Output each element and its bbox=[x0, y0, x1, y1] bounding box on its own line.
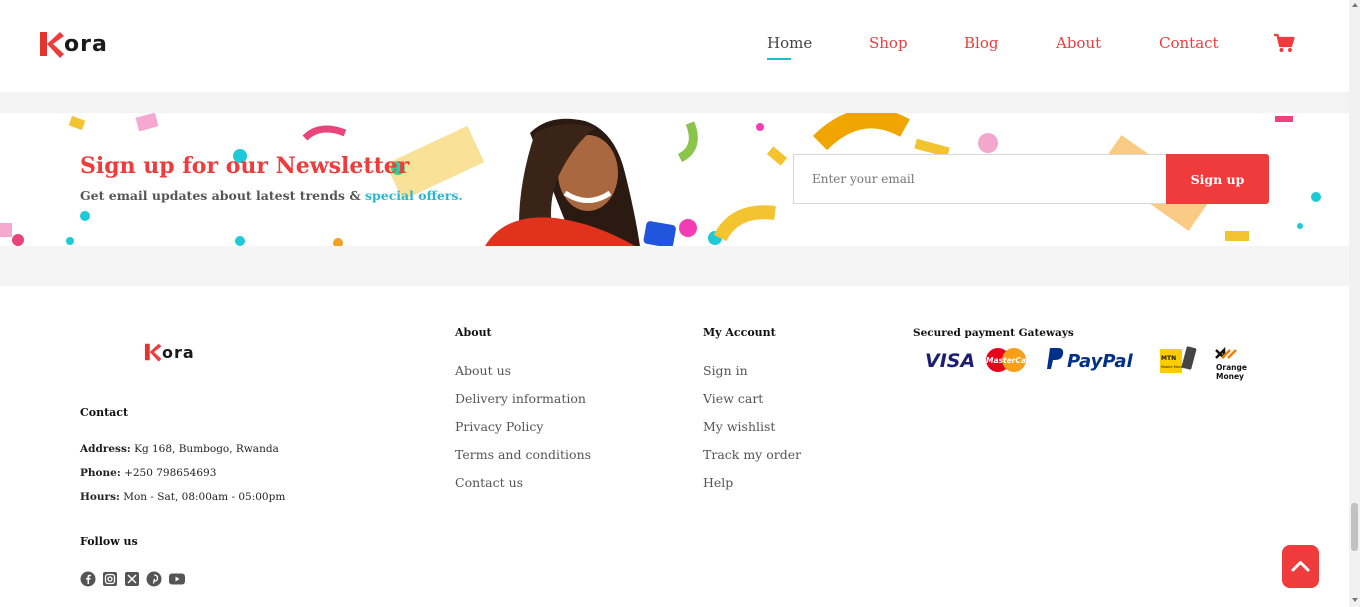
youtube-icon[interactable] bbox=[168, 571, 186, 587]
hours-value: Mon - Sat, 08:00am - 05:00pm bbox=[123, 491, 286, 503]
footer-link-help[interactable]: Help bbox=[703, 475, 733, 490]
facebook-icon[interactable] bbox=[80, 571, 96, 587]
footer-link-contact-us[interactable]: Contact us bbox=[455, 475, 523, 490]
main-nav: Home Shop Blog About Contact bbox=[767, 34, 1219, 60]
payment-logos: VISA MasterCard PayPal MTN Mobile Money … bbox=[925, 346, 1247, 381]
footer-logo[interactable]: ora bbox=[143, 341, 195, 363]
nav-blog[interactable]: Blog bbox=[964, 34, 998, 52]
section-divider bbox=[0, 246, 1349, 286]
x-twitter-icon[interactable] bbox=[124, 571, 140, 587]
contact-address: Address: Kg 168, Bumbogo, Rwanda bbox=[80, 443, 279, 455]
nav-contact[interactable]: Contact bbox=[1159, 34, 1219, 52]
nav-shop[interactable]: Shop bbox=[869, 34, 908, 52]
newsletter-email-input[interactable] bbox=[793, 154, 1167, 204]
instagram-icon[interactable] bbox=[102, 571, 118, 587]
nav-home[interactable]: Home bbox=[767, 34, 812, 60]
newsletter-subtitle: Get email updates about latest trends & … bbox=[80, 188, 463, 203]
hours-label: Hours: bbox=[80, 491, 120, 503]
mastercard-logo: MasterCard bbox=[986, 348, 1036, 372]
address-value: Kg 168, Bumbogo, Rwanda bbox=[134, 443, 279, 455]
about-heading: About bbox=[455, 326, 492, 339]
nav-about[interactable]: About bbox=[1056, 34, 1101, 52]
account-heading: My Account bbox=[703, 326, 776, 339]
site-header: ora Home Shop Blog About Contact bbox=[0, 0, 1349, 92]
contact-phone: Phone: +250 798654693 bbox=[80, 467, 216, 479]
contact-hours: Hours: Mon - Sat, 08:00am - 05:00pm bbox=[80, 491, 285, 503]
scrollbar-up-arrow-icon[interactable] bbox=[1352, 3, 1358, 7]
mastercard-text: MasterCard bbox=[986, 356, 1036, 365]
logo-mark-icon bbox=[40, 32, 64, 58]
footer-link-about-us[interactable]: About us bbox=[455, 363, 511, 378]
logo-text: ora bbox=[64, 31, 108, 57]
social-links bbox=[80, 571, 186, 587]
newsletter-banner: Sign up for our Newsletter Get email upd… bbox=[0, 113, 1349, 246]
payments-heading: Secured payment Gateways bbox=[913, 327, 1074, 339]
footer-link-delivery[interactable]: Delivery information bbox=[455, 391, 586, 406]
newsletter-title: Sign up for our Newsletter bbox=[80, 153, 410, 179]
footer-link-sign-in[interactable]: Sign in bbox=[703, 363, 748, 378]
scrollbar-down-arrow-icon[interactable] bbox=[1352, 598, 1358, 602]
footer-link-privacy[interactable]: Privacy Policy bbox=[455, 419, 543, 434]
chevron-up-icon bbox=[1291, 561, 1310, 572]
scroll-to-top-button[interactable] bbox=[1282, 545, 1319, 588]
scrollbar-thumb[interactable] bbox=[1351, 503, 1358, 551]
mtn-text: MTN bbox=[1161, 355, 1176, 362]
paypal-text: PayPal bbox=[1067, 351, 1134, 372]
newsletter-model-image bbox=[485, 118, 676, 246]
cart-icon[interactable] bbox=[1273, 33, 1295, 53]
newsletter-signup-button[interactable]: Sign up bbox=[1166, 154, 1269, 204]
site-logo[interactable]: ora bbox=[38, 28, 108, 60]
site-footer: ora Contact Address: Kg 168, Bumbogo, Rw… bbox=[0, 286, 1349, 607]
mtn-sub-text: Mobile Money bbox=[1161, 365, 1185, 369]
mtn-momo-logo: MTN Mobile Money bbox=[1160, 346, 1197, 373]
newsletter-subtitle-highlight: special offers. bbox=[364, 188, 463, 203]
footer-link-terms[interactable]: Terms and conditions bbox=[455, 447, 591, 462]
logo-mark-icon bbox=[144, 343, 162, 362]
newsletter-subtitle-text: Get email updates about latest trends & bbox=[80, 188, 365, 203]
pinterest-icon[interactable] bbox=[146, 571, 162, 587]
footer-link-track-order[interactable]: Track my order bbox=[703, 447, 801, 462]
header-divider bbox=[0, 92, 1349, 113]
orange-money-text-2: Money bbox=[1216, 372, 1244, 381]
follow-heading: Follow us bbox=[80, 535, 138, 548]
orange-money-logo: Orange Money bbox=[1215, 346, 1247, 381]
contact-heading: Contact bbox=[80, 406, 129, 419]
paypal-logo: PayPal bbox=[1047, 348, 1134, 372]
address-label: Address: bbox=[80, 443, 131, 455]
footer-logo-text: ora bbox=[162, 342, 195, 362]
phone-value: +250 798654693 bbox=[124, 467, 217, 479]
phone-label: Phone: bbox=[80, 467, 121, 479]
visa-logo: VISA bbox=[925, 350, 975, 372]
footer-link-wishlist[interactable]: My wishlist bbox=[703, 419, 775, 434]
footer-link-view-cart[interactable]: View cart bbox=[703, 391, 763, 406]
orange-money-text-1: Orange bbox=[1216, 363, 1247, 372]
